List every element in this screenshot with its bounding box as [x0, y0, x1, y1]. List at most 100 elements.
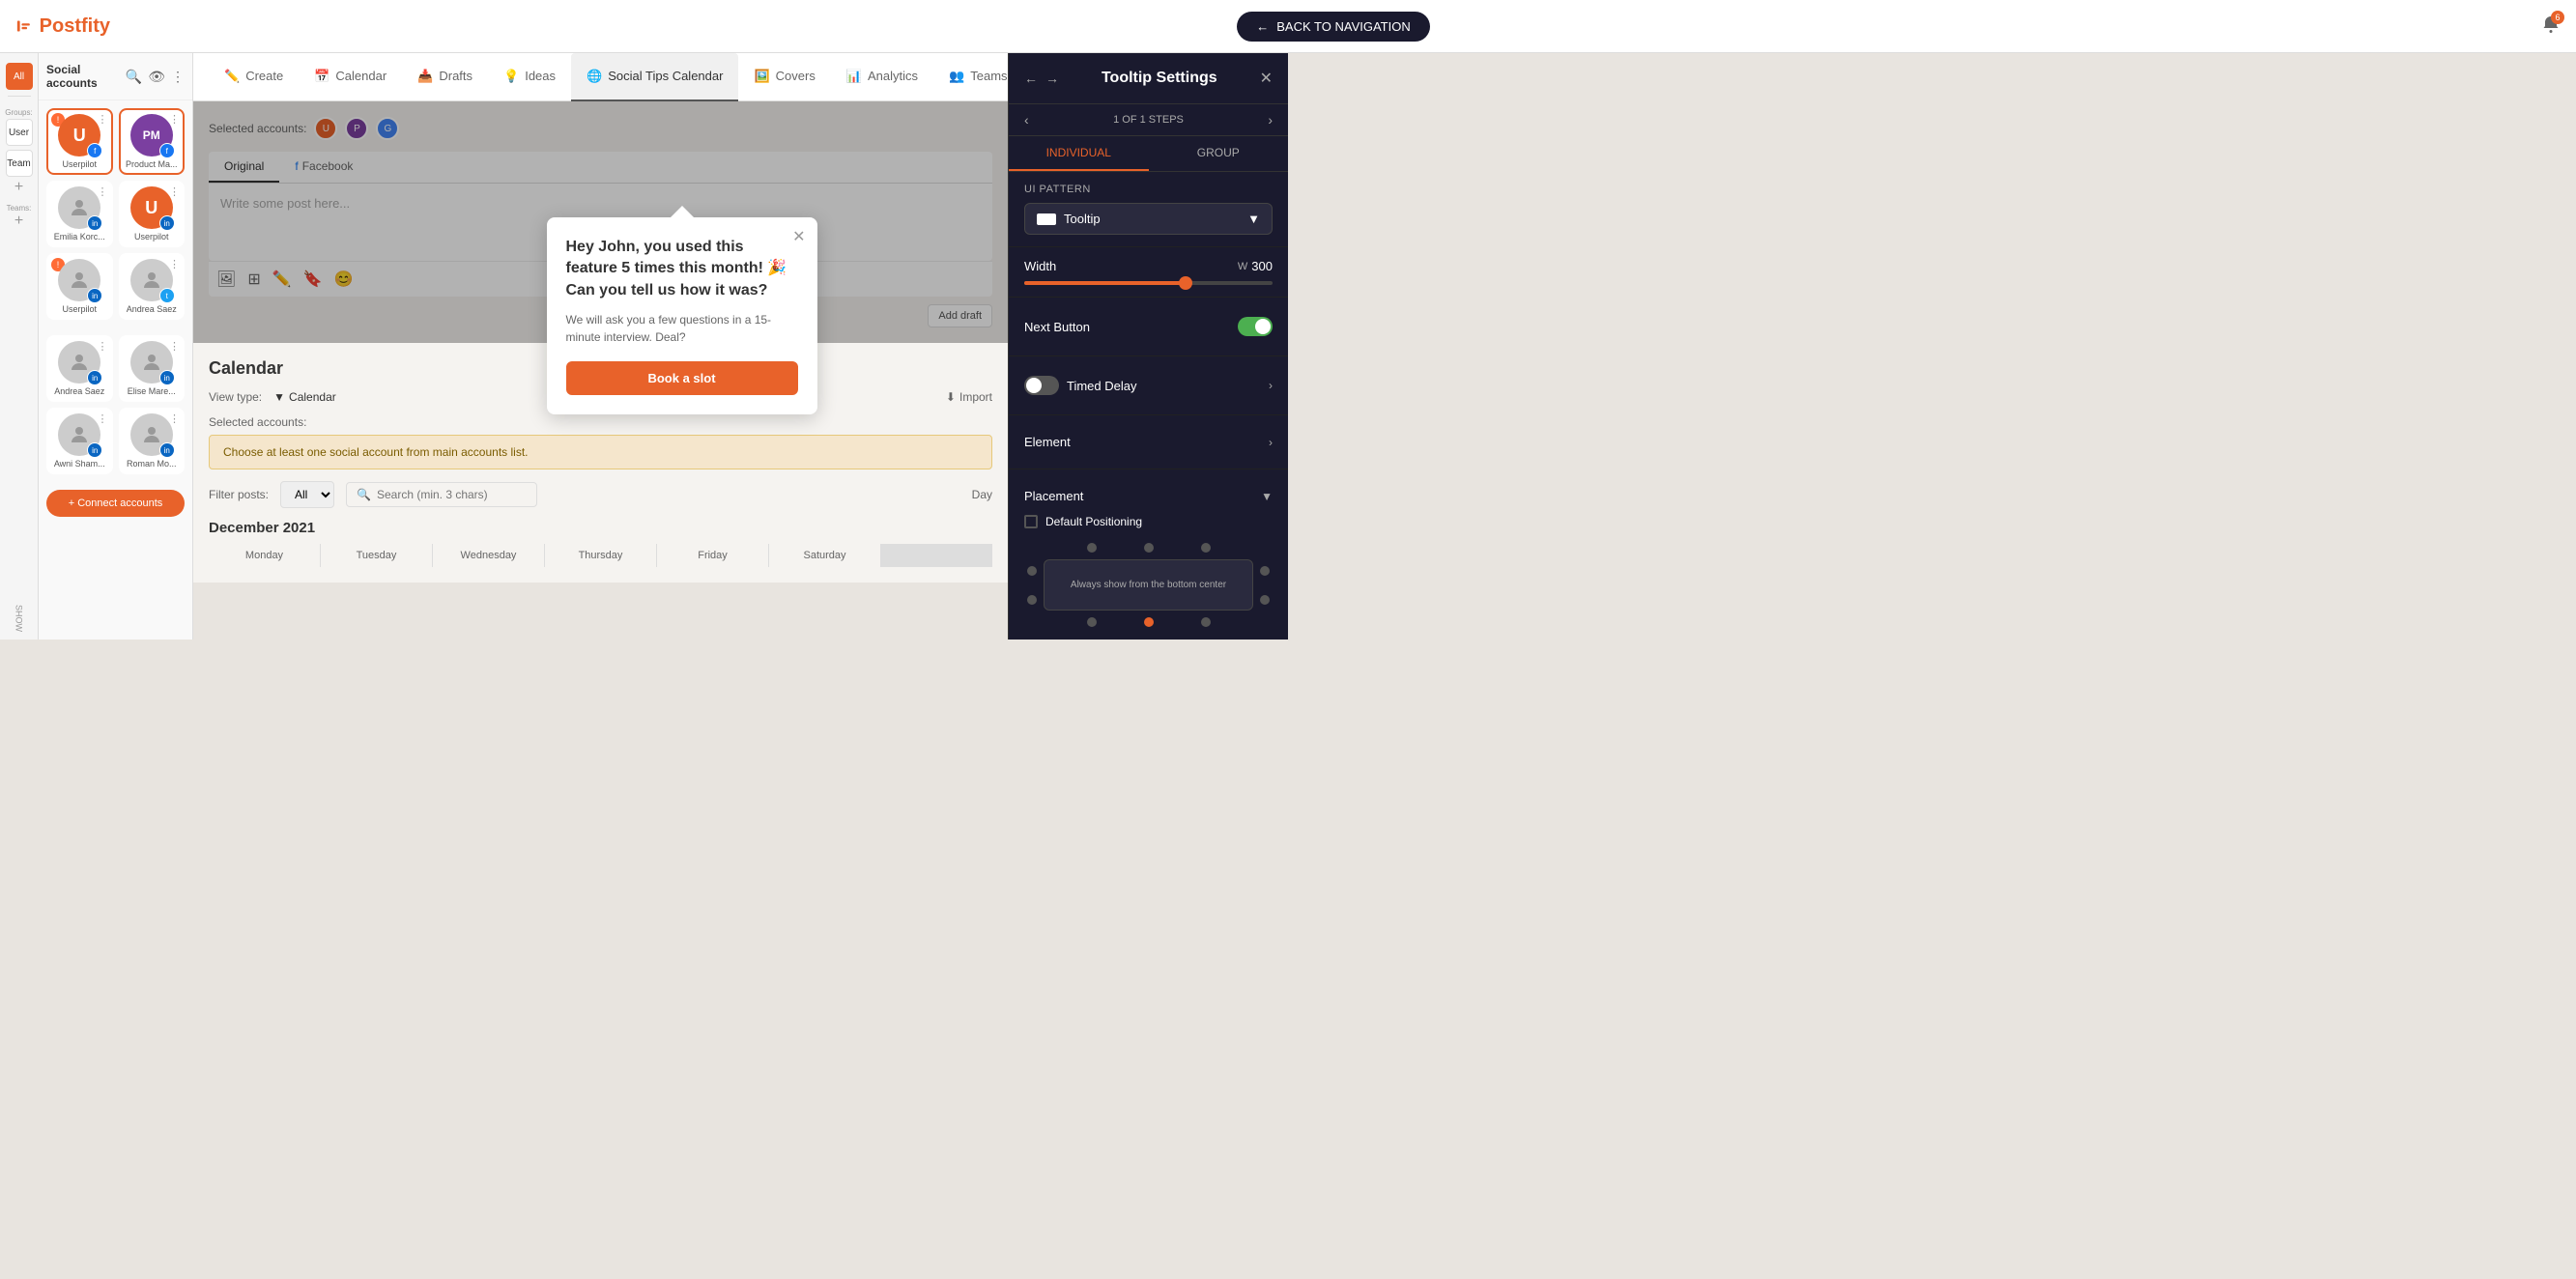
- group-team-button[interactable]: Team: [6, 150, 33, 177]
- connect-accounts-button[interactable]: + Connect accounts: [46, 490, 185, 517]
- calendar-icon: 📅: [314, 69, 329, 84]
- tab-drafts[interactable]: 📥 Drafts: [402, 53, 488, 101]
- next-step-button[interactable]: ›: [1268, 112, 1273, 128]
- panel-close-button[interactable]: ✕: [1260, 69, 1273, 88]
- account-card-userpilot-tw[interactable]: ! in Userpilot: [46, 253, 113, 320]
- panel-header: ← → Tooltip Settings ✕: [1009, 53, 1288, 104]
- account-card-emilia-li[interactable]: ⋮ in Emilia Korc...: [46, 181, 113, 247]
- account-card-andrea-li[interactable]: ⋮ in Andrea Saez: [46, 335, 113, 402]
- back-to-navigation-button[interactable]: ← BACK TO NAVIGATION: [1237, 12, 1429, 42]
- placement-header-row[interactable]: Placement ▼: [1024, 481, 1273, 511]
- account-more-icon[interactable]: ⋮: [169, 340, 180, 353]
- account-more-icon[interactable]: ⋮: [98, 340, 108, 353]
- panel-collapse[interactable]: →: [1045, 71, 1059, 86]
- social-tips-icon: 🌐: [587, 69, 602, 84]
- accounts-actions: 🔍 👁 ⋮: [126, 69, 185, 85]
- placement-dot-mid-left-top[interactable]: [1027, 566, 1037, 576]
- placement-dot-top-right[interactable]: [1201, 543, 1211, 553]
- placement-expand-icon[interactable]: ▼: [1261, 490, 1273, 503]
- notification-icon[interactable]: 6: [2541, 14, 2561, 39]
- filter-select[interactable]: All: [280, 481, 334, 508]
- bookmark-icon[interactable]: 🔖: [303, 270, 323, 289]
- import-button[interactable]: ⬇ Import: [946, 390, 992, 404]
- add-group-button[interactable]: +: [14, 179, 23, 196]
- account-card-roman-li[interactable]: ⋮ in Roman Mo...: [119, 408, 186, 474]
- add-team-button[interactable]: +: [14, 213, 23, 230]
- placement-dot-mid-left-bot[interactable]: [1027, 595, 1037, 605]
- tab-ideas[interactable]: 💡 Ideas: [488, 53, 571, 101]
- account-more-icon[interactable]: ⋮: [98, 412, 108, 425]
- account-name: Roman Mo...: [127, 459, 177, 469]
- slider-thumb[interactable]: [1179, 276, 1192, 290]
- search-input[interactable]: [377, 488, 527, 501]
- linkedin-badge: in: [87, 215, 102, 231]
- placement-dot-bot-left[interactable]: [1087, 617, 1097, 627]
- placement-dot-top-center[interactable]: [1144, 543, 1154, 553]
- image-icon[interactable]: 🖼: [216, 270, 236, 289]
- account-card-elise-li[interactable]: ⋮ in Elise Mare...: [119, 335, 186, 402]
- timed-delay-toggle[interactable]: [1024, 376, 1059, 395]
- default-positioning-checkbox[interactable]: [1024, 515, 1038, 528]
- account-card-userpilot-fb[interactable]: ⋮ ! U f Userpilot: [46, 108, 113, 175]
- group-all-button[interactable]: All: [6, 63, 33, 90]
- edit-icon[interactable]: ✏️: [272, 270, 292, 289]
- grid-icon[interactable]: ⊞: [247, 270, 260, 289]
- pattern-select[interactable]: Tooltip ▼: [1024, 203, 1273, 235]
- add-draft-button[interactable]: Add draft: [928, 304, 992, 327]
- accounts-grid: ⋮ ! U f Userpilot ⋮ PM f Product Ma... ⋮: [39, 100, 192, 327]
- linkedin-badge: in: [159, 215, 175, 231]
- editor-tab-facebook[interactable]: f Facebook: [279, 152, 368, 183]
- account-card-awni-li[interactable]: ⋮ in Awni Sham...: [46, 408, 113, 474]
- placement-dot-mid-right-bot[interactable]: [1260, 595, 1270, 605]
- logo-text: Postfity: [40, 15, 110, 38]
- element-expand-icon[interactable]: ›: [1269, 436, 1273, 449]
- placement-dot-bot-center[interactable]: [1144, 617, 1154, 627]
- account-more-icon[interactable]: ⋮: [169, 113, 180, 126]
- panel-close-left[interactable]: ←: [1024, 71, 1038, 86]
- tab-social-tips[interactable]: 🌐 Social Tips Calendar: [571, 53, 738, 101]
- tab-calendar[interactable]: 📅 Calendar: [299, 53, 402, 101]
- placement-center-display: Always show from the bottom center: [1044, 559, 1253, 611]
- more-options-icon[interactable]: ⋮: [171, 69, 185, 85]
- element-row[interactable]: Element ›: [1024, 427, 1273, 457]
- editor-tab-original[interactable]: Original: [209, 152, 279, 183]
- tooltip-close-button[interactable]: ✕: [792, 227, 805, 246]
- placement-dot-mid-right-top[interactable]: [1260, 566, 1270, 576]
- timed-delay-left: Timed Delay: [1024, 376, 1136, 395]
- placement-dot-top-left[interactable]: [1087, 543, 1097, 553]
- account-avatar: t: [130, 259, 173, 301]
- account-more-icon[interactable]: ⋮: [169, 258, 180, 270]
- timed-delay-expand-icon[interactable]: ›: [1269, 379, 1273, 392]
- tab-covers[interactable]: 🖼️ Covers: [738, 53, 830, 101]
- tab-teams[interactable]: 👥 Teams: [933, 53, 1008, 101]
- account-more-icon[interactable]: ⋮: [98, 185, 108, 198]
- account-card-product-ma-fb[interactable]: ⋮ PM f Product Ma...: [119, 108, 186, 175]
- account-card-userpilot-li[interactable]: ⋮ U in Userpilot: [119, 181, 186, 247]
- emoji-icon[interactable]: 😊: [334, 270, 354, 289]
- show-button[interactable]: SHOW: [14, 605, 24, 632]
- search-accounts-icon[interactable]: 🔍: [126, 69, 142, 85]
- width-slider[interactable]: [1024, 281, 1273, 285]
- tab-analytics[interactable]: 📊 Analytics: [831, 53, 933, 101]
- timed-delay-row[interactable]: Timed Delay ›: [1024, 368, 1273, 403]
- eye-icon[interactable]: 👁: [148, 69, 165, 85]
- prev-step-button[interactable]: ‹: [1024, 112, 1029, 128]
- account-name: Userpilot: [134, 232, 169, 242]
- account-more-icon[interactable]: ⋮: [169, 185, 180, 198]
- group-user-button[interactable]: User: [6, 119, 33, 146]
- tab-group[interactable]: GROUP: [1149, 136, 1289, 171]
- tooltip-cta-button[interactable]: Book a slot: [566, 361, 798, 395]
- next-button-section: Next Button: [1009, 298, 1288, 356]
- tab-create[interactable]: ✏️ Create: [209, 53, 299, 101]
- notification-badge: 6: [2551, 11, 2564, 24]
- logo-area: Postfity: [0, 9, 126, 43]
- account-more-icon[interactable]: ⋮: [98, 113, 108, 126]
- view-type-select[interactable]: ▼ Calendar: [273, 390, 336, 404]
- account-more-icon[interactable]: ⋮: [169, 412, 180, 425]
- filter-row: Filter posts: All 🔍 Day: [209, 481, 992, 508]
- next-button-toggle[interactable]: [1238, 317, 1273, 336]
- tab-individual[interactable]: INDIVIDUAL: [1009, 136, 1149, 171]
- account-name: Emilia Korc...: [54, 232, 105, 242]
- placement-dot-bot-right[interactable]: [1201, 617, 1211, 627]
- account-card-andrea-tw[interactable]: ⋮ t Andrea Saez: [119, 253, 186, 320]
